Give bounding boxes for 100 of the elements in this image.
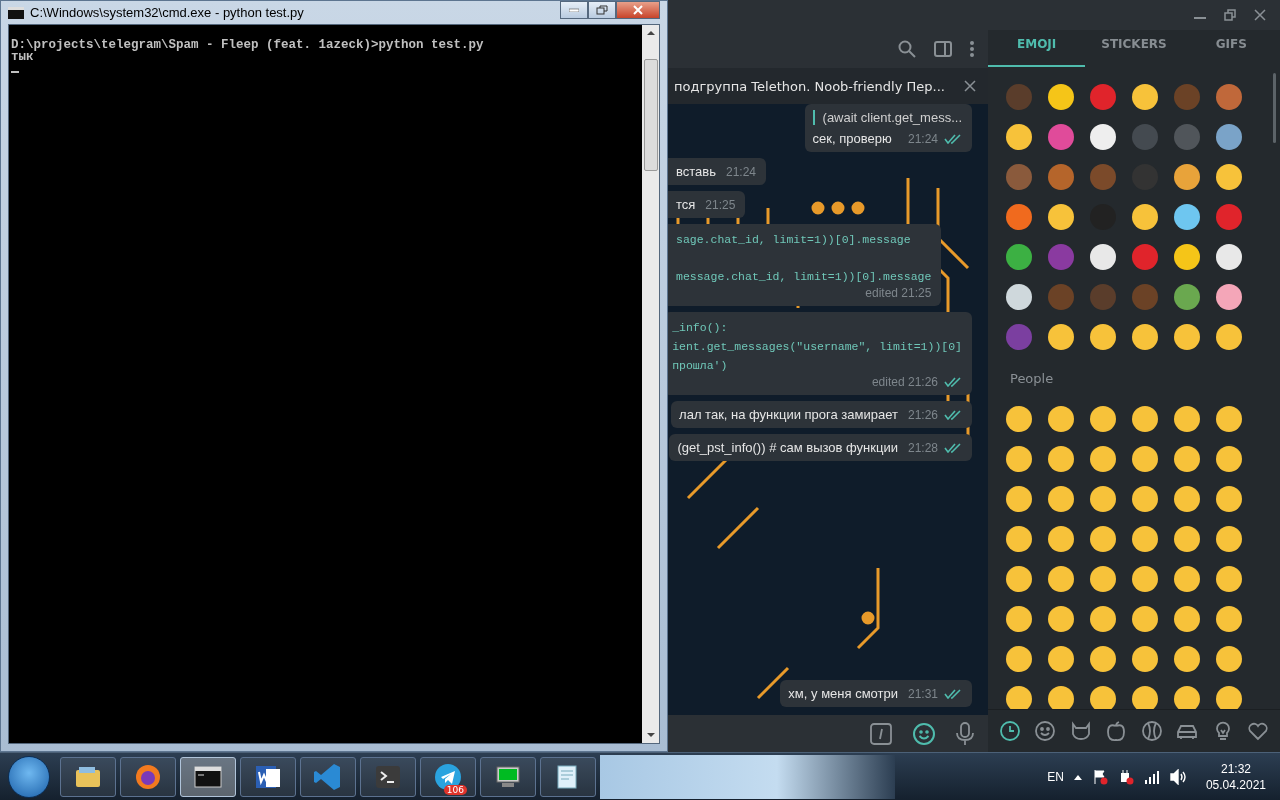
emoji-icon[interactable] <box>1132 324 1158 350</box>
emoji-icon[interactable] <box>1090 244 1116 270</box>
emoji-icon[interactable] <box>1090 406 1116 432</box>
emoji-icon[interactable] <box>1006 526 1032 552</box>
emoji-icon[interactable] <box>1216 124 1242 150</box>
start-button[interactable] <box>8 756 50 798</box>
emoji-icon[interactable] <box>1174 526 1200 552</box>
emoji-icon[interactable] <box>1090 646 1116 672</box>
emoji-icon[interactable] <box>1090 324 1116 350</box>
emoji-icon[interactable] <box>1048 204 1074 230</box>
emoji-icon[interactable] <box>1006 406 1032 432</box>
volume-icon[interactable] <box>1169 769 1188 785</box>
emoji-icon[interactable] <box>1216 164 1242 190</box>
panel-tab[interactable]: GIFS <box>1182 22 1280 67</box>
emoji-icon[interactable] <box>1006 284 1032 310</box>
emoji-icon[interactable] <box>1006 244 1032 270</box>
emoji-icon[interactable] <box>1174 486 1200 512</box>
caret-icon[interactable] <box>1073 774 1082 780</box>
emoji-icon[interactable] <box>1048 324 1074 350</box>
clock[interactable]: 21:32 05.04.2021 <box>1205 761 1266 793</box>
emoji-icon[interactable] <box>1216 486 1242 512</box>
emoji-icon[interactable] <box>1132 566 1158 592</box>
emoji-icon[interactable] <box>1048 84 1074 110</box>
emoji-icon[interactable] <box>1174 606 1200 632</box>
emoji-icon[interactable] <box>1174 324 1200 350</box>
emoji-icon[interactable] <box>1048 566 1074 592</box>
emoji-icon[interactable] <box>1132 526 1158 552</box>
emoji-icon[interactable] <box>1216 284 1242 310</box>
pinned-bar[interactable]: подгруппа Telethon. Noob-friendly Пер... <box>668 68 988 104</box>
activity-category-icon[interactable] <box>1139 719 1164 743</box>
panel-tab[interactable]: EMOJI <box>988 22 1086 67</box>
emoji-icon[interactable] <box>1174 244 1200 270</box>
emoji-icon[interactable] <box>1090 124 1116 150</box>
emoji-icon[interactable] <box>1216 406 1242 432</box>
close-button[interactable] <box>616 1 660 19</box>
minimize-button[interactable] <box>560 1 588 19</box>
taskbar-button[interactable] <box>60 757 116 797</box>
emoji-icon[interactable] <box>1132 84 1158 110</box>
maximize-button[interactable] <box>588 1 616 19</box>
emoji-icon[interactable] <box>1132 446 1158 472</box>
taskbar-button[interactable] <box>540 757 596 797</box>
emoji-icon[interactable] <box>1216 446 1242 472</box>
emoji-icon[interactable] <box>1132 406 1158 432</box>
emoji-icon[interactable] <box>1006 686 1032 709</box>
emoji-icon[interactable] <box>1090 486 1116 512</box>
close-icon[interactable] <box>1254 9 1266 21</box>
taskbar-button[interactable] <box>180 757 236 797</box>
scrollbar[interactable] <box>1273 73 1276 143</box>
taskbar-button[interactable]: 106 <box>420 757 476 797</box>
scroll-thumb[interactable] <box>643 59 658 171</box>
bot-command-icon[interactable] <box>870 722 892 745</box>
emoji-icon[interactable] <box>1090 526 1116 552</box>
emoji-icon[interactable] <box>1132 606 1158 632</box>
emoji-icon[interactable] <box>1216 646 1242 672</box>
emoji-icon[interactable] <box>1174 646 1200 672</box>
emoji-icon[interactable] <box>1216 244 1242 270</box>
emoji-icon[interactable] <box>1048 606 1074 632</box>
emoji-icon[interactable] <box>1090 446 1116 472</box>
emoji-icon[interactable] <box>1216 686 1242 709</box>
emoji-icon[interactable] <box>1048 526 1074 552</box>
emoji-icon[interactable] <box>1048 686 1074 709</box>
emoji-icon[interactable] <box>1132 204 1158 230</box>
emoji-icon[interactable] <box>1216 324 1242 350</box>
emoji-icon[interactable] <box>1090 686 1116 709</box>
emoji-icon[interactable] <box>1048 446 1074 472</box>
taskbar-button[interactable] <box>480 757 536 797</box>
emoji-icon[interactable] <box>1132 486 1158 512</box>
emoji-icon[interactable] <box>1090 606 1116 632</box>
emoji-icon[interactable] <box>1174 284 1200 310</box>
emoji-icon[interactable] <box>1006 566 1032 592</box>
emoji-icon[interactable] <box>1174 164 1200 190</box>
emoji-icon[interactable] <box>1216 526 1242 552</box>
emoji-icon[interactable] <box>1174 406 1200 432</box>
emoji-icon[interactable] <box>1006 446 1032 472</box>
search-icon[interactable] <box>898 40 916 58</box>
emoji-icon[interactable] <box>1174 566 1200 592</box>
emoji-icon[interactable] <box>1216 606 1242 632</box>
emoji-icon[interactable] <box>1132 686 1158 709</box>
emoji-icon[interactable] <box>1048 646 1074 672</box>
signal-icon[interactable] <box>1143 770 1160 784</box>
emoji-icon[interactable] <box>1132 646 1158 672</box>
language-indicator[interactable]: EN <box>1047 770 1064 784</box>
taskbar-button[interactable] <box>240 757 296 797</box>
emoji-icon[interactable] <box>1174 686 1200 709</box>
more-icon[interactable] <box>970 41 974 57</box>
emoji-icon[interactable] <box>1090 566 1116 592</box>
emoji-icon[interactable] <box>1174 446 1200 472</box>
panel-tab[interactable]: STICKERS <box>1085 22 1183 67</box>
recent-category-icon[interactable] <box>997 719 1022 743</box>
scrollbar[interactable] <box>642 25 659 743</box>
emoji-icon[interactable] <box>1048 486 1074 512</box>
sidebar-icon[interactable] <box>934 41 952 57</box>
people-category-icon[interactable] <box>1033 719 1058 743</box>
emoji-icon[interactable] <box>1006 606 1032 632</box>
reply-quote[interactable]: (await client.get_mess... <box>812 110 962 125</box>
emoji-icon[interactable] <box>1048 406 1074 432</box>
emoji-icon[interactable] <box>1174 204 1200 230</box>
emoji-icon[interactable] <box>1006 646 1032 672</box>
emoji-icon[interactable] <box>1006 486 1032 512</box>
flag-icon[interactable] <box>1091 769 1108 785</box>
